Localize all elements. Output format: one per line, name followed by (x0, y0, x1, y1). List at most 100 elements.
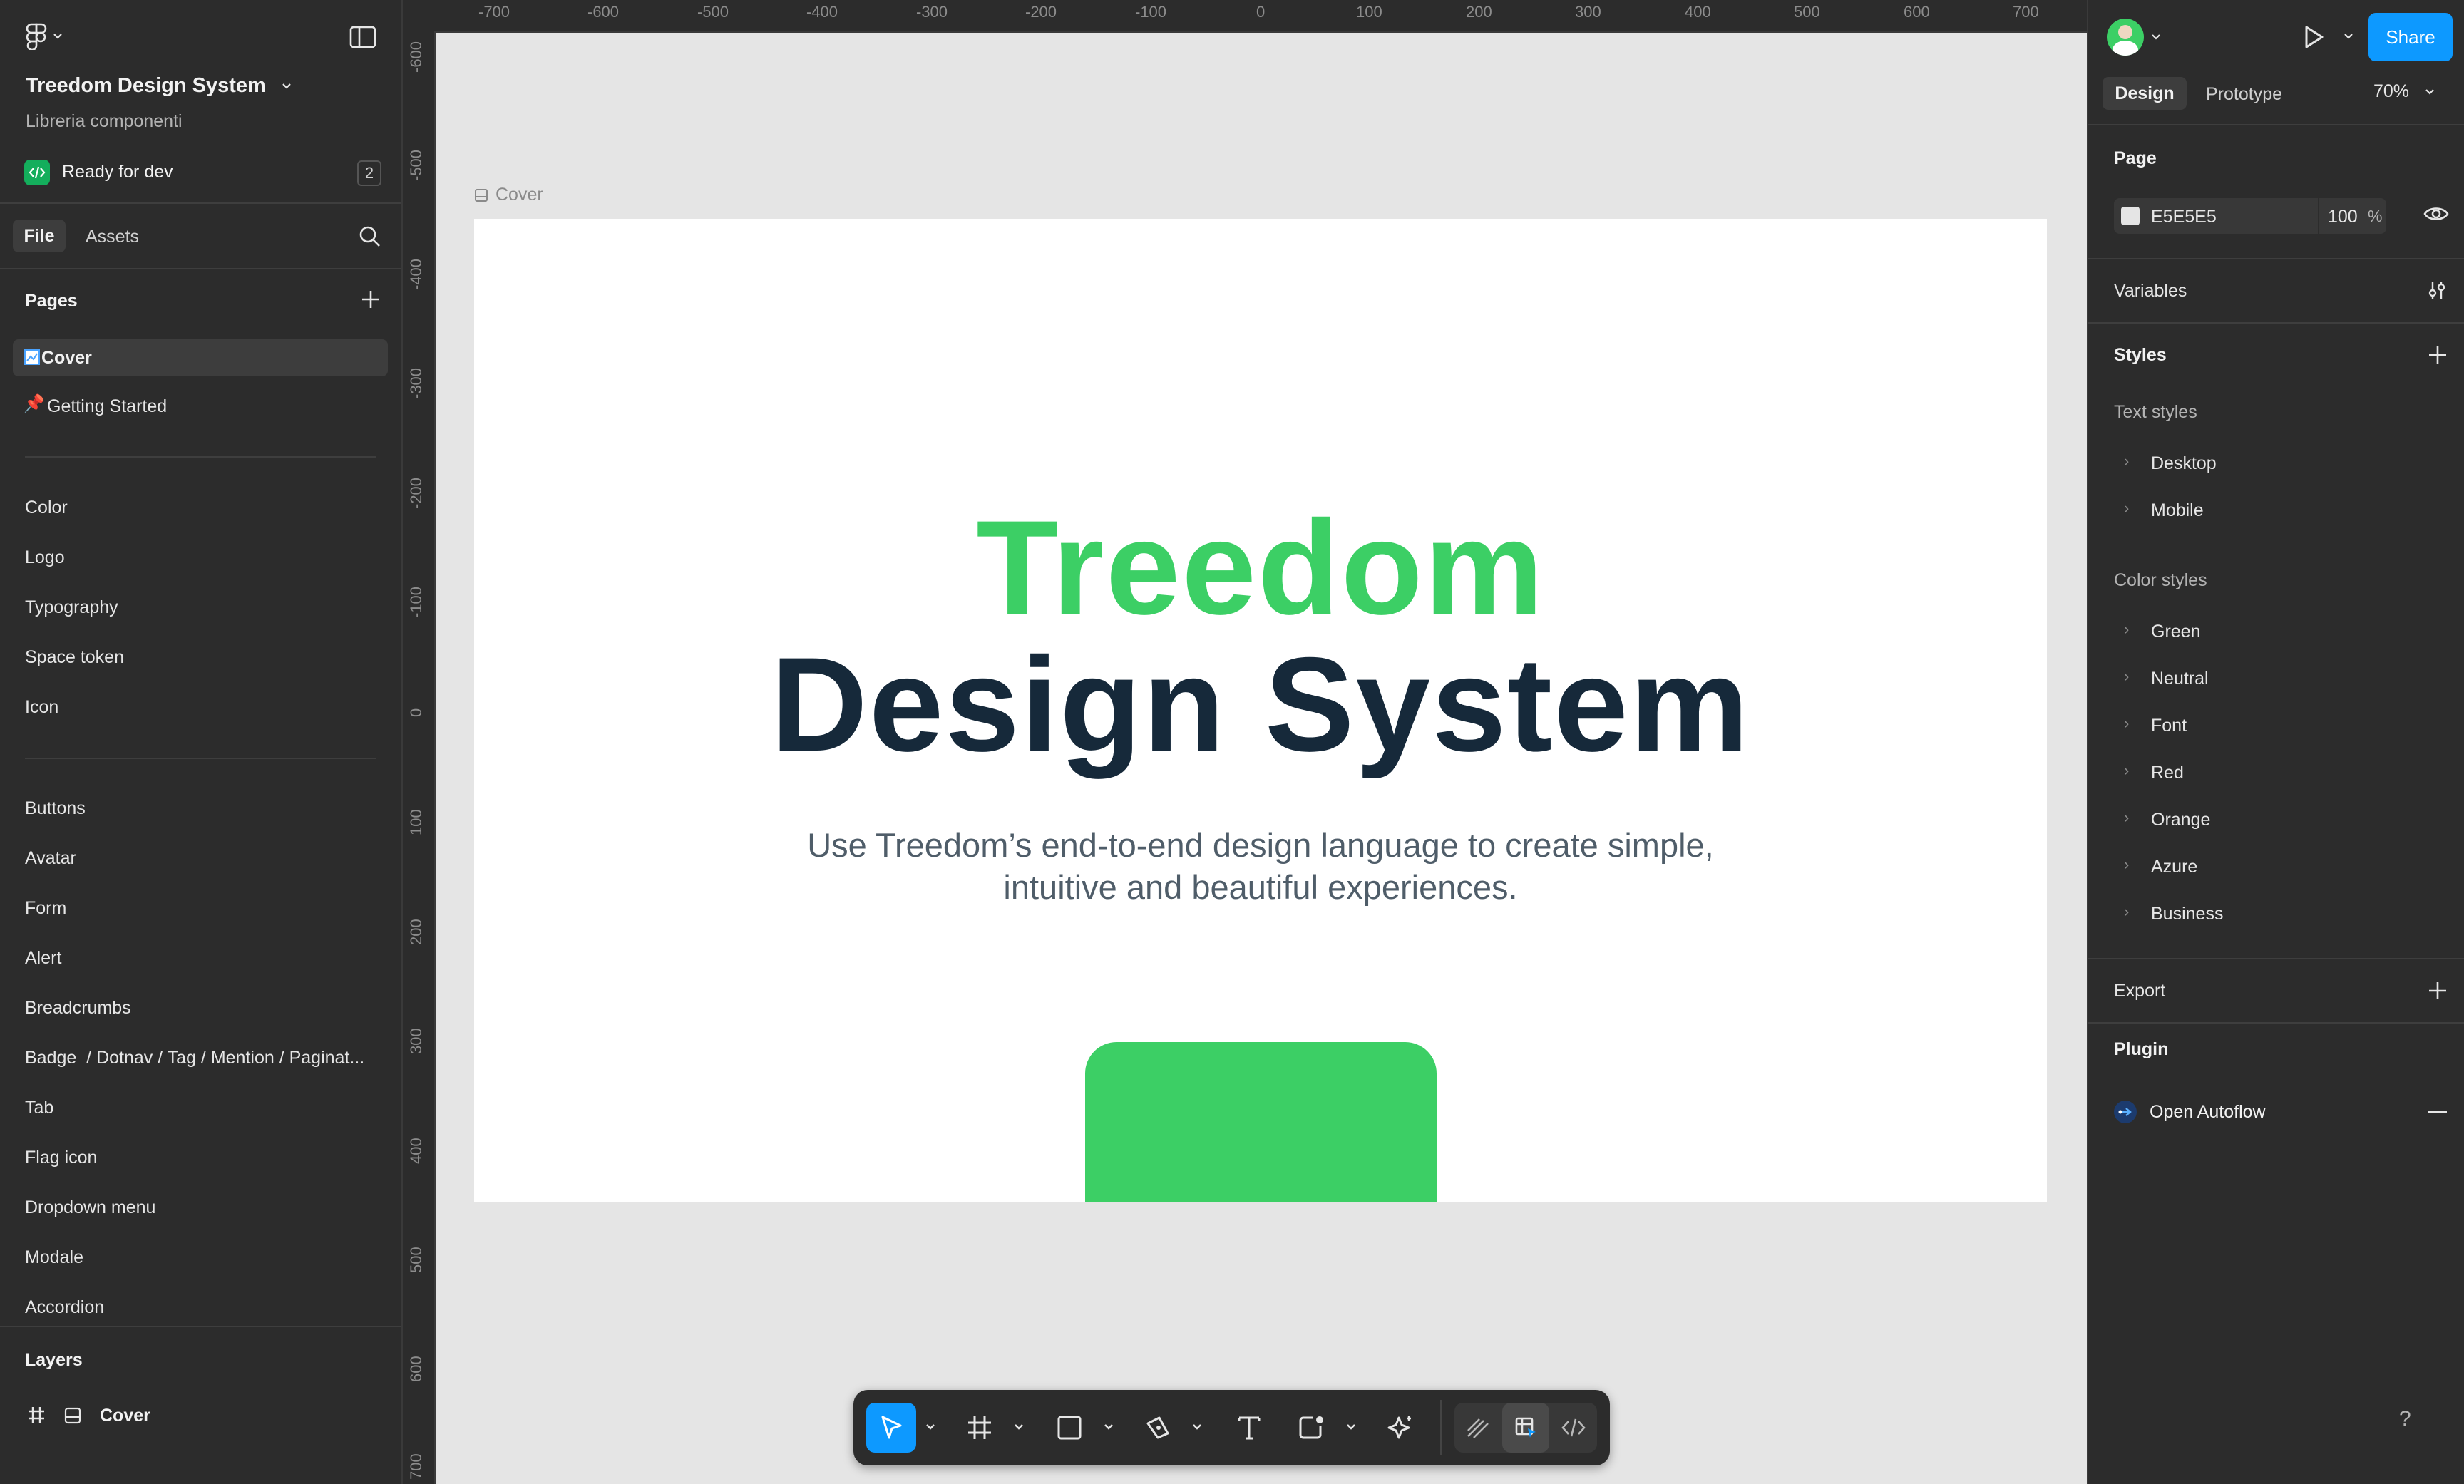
page-item[interactable]: Icon (25, 697, 58, 718)
shape-tool-button[interactable] (1287, 1403, 1337, 1453)
color-style-item[interactable]: Font (2151, 716, 2187, 736)
shape-tool-icon (1299, 1416, 1323, 1439)
minus-icon[interactable] (2428, 1111, 2448, 1113)
pages-heading: Pages (25, 291, 78, 311)
draw-icon (1467, 1418, 1489, 1438)
ruler-label: -200 (407, 477, 425, 509)
color-style-item[interactable]: Azure (2151, 857, 2197, 877)
plugin-item-label: Open Autoflow (2150, 1102, 2266, 1122)
page-item[interactable]: Flag icon (25, 1148, 97, 1168)
help-button[interactable]: ? (2399, 1407, 2411, 1431)
page-item[interactable]: Tab (25, 1098, 53, 1118)
ruler-label: -500 (697, 3, 729, 21)
chevron-down-icon[interactable] (2344, 33, 2353, 40)
cover-description-line1: Use Treedom’s end-to-end design language… (807, 826, 1714, 864)
color-style-item[interactable]: Neutral (2151, 669, 2209, 689)
ruler-top: -700 -600 -500 -400 -300 -200 -100 0 100… (403, 0, 2087, 33)
right-sidebar: Share Design Prototype 70% Page E5E5E5 1… (2087, 0, 2464, 1484)
page-item[interactable]: Breadcrumbs (25, 998, 131, 1019)
search-icon[interactable] (359, 225, 381, 248)
ready-for-dev-label: Ready for dev (62, 162, 173, 182)
export-heading: Export (2114, 981, 2166, 1001)
share-button[interactable]: Share (2368, 13, 2453, 61)
design-mode-button[interactable] (1502, 1403, 1549, 1453)
chevron-down-icon (282, 83, 291, 89)
ruler-label: 200 (1466, 3, 1492, 21)
text-tool-icon (1238, 1416, 1261, 1440)
move-tool-icon (881, 1416, 902, 1439)
draw-mode-button[interactable] (1454, 1403, 1502, 1453)
page-item[interactable]: Typography (25, 597, 118, 618)
tab-prototype[interactable]: Prototype (2206, 84, 2282, 105)
frame-label-text: Cover (496, 185, 543, 205)
cover-frame[interactable]: Treedom Design System Use Treedom’s end-… (474, 219, 2047, 1202)
page-item[interactable]: Buttons (25, 798, 86, 819)
ruler-label: -400 (806, 3, 838, 21)
pen-tool-button[interactable] (1133, 1403, 1183, 1453)
color-style-item[interactable]: Orange (2151, 810, 2210, 830)
tab-assets[interactable]: Assets (86, 227, 139, 247)
frame-tool-button[interactable] (955, 1403, 1005, 1453)
file-title-button[interactable]: Treedom Design System (26, 74, 292, 98)
divider (2088, 124, 2464, 125)
plus-icon[interactable] (361, 289, 381, 309)
main-menu-button[interactable] (26, 23, 63, 50)
text-style-item[interactable]: Desktop (2151, 453, 2217, 474)
color-style-item[interactable]: Business (2151, 904, 2223, 924)
user-menu[interactable] (2107, 19, 2161, 56)
color-swatch[interactable] (2121, 207, 2140, 225)
variables-row[interactable]: Variables (2114, 281, 2187, 302)
ruler-left: -600 -500 -400 -300 -200 -100 0 100 200 … (403, 31, 436, 1484)
dev-mode-button[interactable] (1550, 1403, 1597, 1453)
layer-item-cover[interactable]: Cover (27, 1403, 384, 1428)
chevron-down-icon[interactable] (1102, 1420, 1116, 1434)
ruler-label: 100 (407, 809, 425, 835)
pen-tool-icon (1146, 1416, 1169, 1439)
page-item[interactable]: Badge / Dotnav / Tag / Mention / Paginat… (25, 1048, 364, 1068)
plus-icon[interactable] (2428, 345, 2448, 365)
zoom-dropdown[interactable]: 70% (2373, 81, 2435, 102)
page-item[interactable]: Accordion (25, 1297, 104, 1318)
text-style-item[interactable]: Mobile (2151, 500, 2204, 521)
ready-for-dev-row[interactable]: Ready for dev 2 (24, 158, 381, 187)
chevron-down-icon[interactable] (1344, 1420, 1358, 1434)
frame-icon (24, 349, 40, 365)
page-item[interactable]: Logo (25, 547, 65, 568)
ai-tool-button[interactable] (1375, 1403, 1425, 1453)
chevron-right-icon: › (2124, 855, 2130, 873)
page-opacity-value[interactable]: 100 (2328, 207, 2358, 227)
eye-icon[interactable] (2423, 204, 2449, 224)
ruler-label: -300 (916, 3, 948, 21)
color-style-item[interactable]: Red (2151, 763, 2184, 783)
page-item[interactable]: Dropdown menu (25, 1197, 155, 1218)
avatar (2107, 19, 2144, 56)
page-item[interactable]: Avatar (25, 848, 76, 869)
text-tool-button[interactable] (1224, 1403, 1274, 1453)
page-item[interactable]: Form (25, 898, 66, 919)
chevron-down-icon[interactable] (1012, 1420, 1026, 1434)
chevron-down-icon[interactable] (923, 1420, 938, 1434)
chevron-down-icon[interactable] (1190, 1420, 1204, 1434)
variables-icon[interactable] (2426, 279, 2448, 301)
rectangle-tool-button[interactable] (1044, 1403, 1094, 1453)
page-item-getting-started[interactable]: 📌 Getting Started (24, 394, 394, 418)
page-item[interactable]: Modale (25, 1247, 83, 1268)
page-item[interactable]: Space token (25, 647, 124, 668)
move-tool-button[interactable] (866, 1403, 916, 1453)
page-color-field[interactable]: E5E5E5 100 % (2114, 198, 2386, 234)
page-item-cover[interactable]: Cover (13, 339, 388, 376)
divider (2088, 258, 2464, 259)
play-icon[interactable] (2301, 24, 2326, 50)
tab-design[interactable]: Design (2103, 77, 2187, 110)
tab-file[interactable]: File (13, 220, 66, 252)
frame-label[interactable]: Cover (474, 185, 543, 205)
frame-icon (475, 188, 488, 202)
plus-icon[interactable] (2428, 981, 2448, 1001)
plugin-item-autoflow[interactable]: Open Autoflow (2114, 1098, 2449, 1126)
ruler-label: -500 (407, 149, 425, 181)
page-item[interactable]: Alert (25, 948, 61, 969)
color-style-item[interactable]: Green (2151, 622, 2200, 642)
ruler-label: 600 (1904, 3, 1930, 21)
sidebar-toggle-icon[interactable] (349, 26, 376, 48)
page-item[interactable]: Color (25, 498, 68, 518)
